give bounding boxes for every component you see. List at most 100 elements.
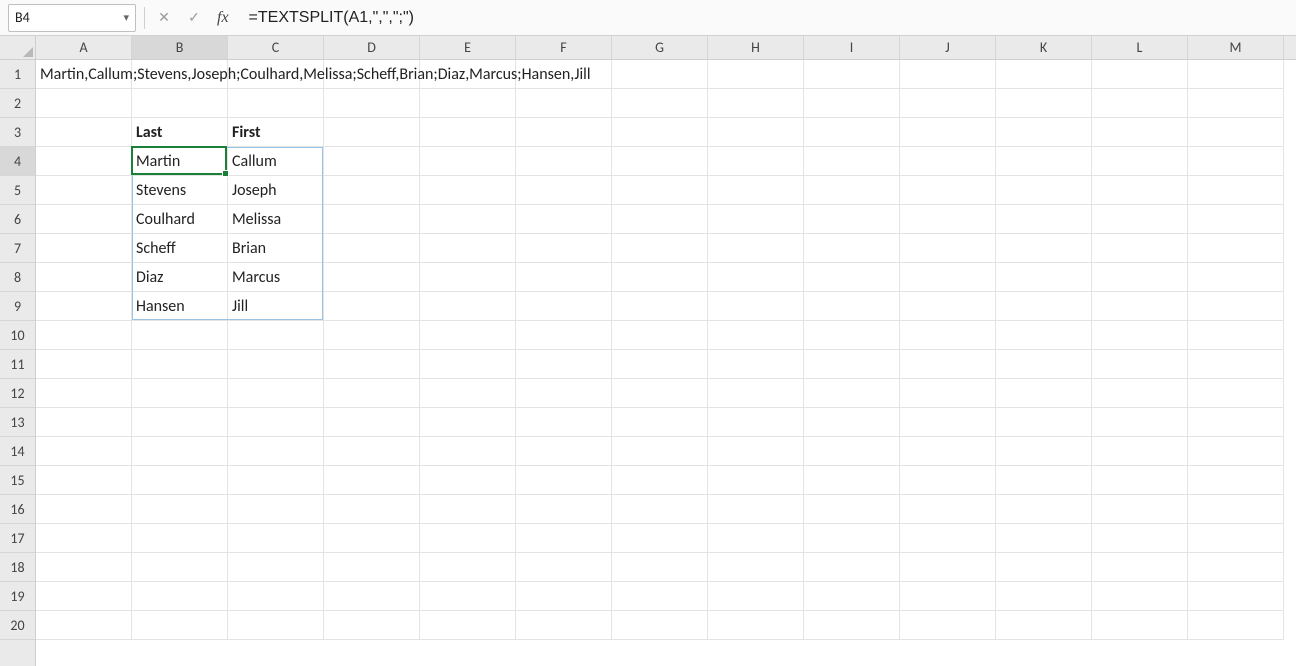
cell[interactable] bbox=[228, 611, 324, 640]
cell[interactable] bbox=[612, 60, 708, 89]
cell[interactable] bbox=[804, 263, 900, 292]
cell[interactable] bbox=[324, 379, 420, 408]
cell[interactable] bbox=[900, 263, 996, 292]
cell[interactable]: Scheff bbox=[132, 234, 228, 263]
cell[interactable] bbox=[1188, 89, 1284, 118]
cell[interactable] bbox=[132, 466, 228, 495]
cell[interactable] bbox=[516, 89, 612, 118]
cell[interactable] bbox=[1188, 292, 1284, 321]
cell[interactable] bbox=[708, 176, 804, 205]
cell[interactable] bbox=[36, 582, 132, 611]
cell[interactable] bbox=[516, 292, 612, 321]
cell[interactable] bbox=[996, 234, 1092, 263]
cell[interactable] bbox=[708, 466, 804, 495]
cell[interactable] bbox=[132, 611, 228, 640]
cell[interactable] bbox=[36, 524, 132, 553]
cell[interactable] bbox=[516, 553, 612, 582]
cell[interactable] bbox=[900, 437, 996, 466]
cell[interactable] bbox=[228, 321, 324, 350]
cell[interactable] bbox=[1092, 582, 1188, 611]
cell[interactable] bbox=[996, 147, 1092, 176]
cell[interactable] bbox=[36, 379, 132, 408]
cell[interactable] bbox=[708, 437, 804, 466]
cell[interactable] bbox=[804, 524, 900, 553]
cell[interactable] bbox=[1092, 408, 1188, 437]
column-header[interactable]: C bbox=[228, 36, 324, 59]
row-header[interactable]: 15 bbox=[0, 466, 35, 495]
cell[interactable] bbox=[996, 379, 1092, 408]
cell[interactable] bbox=[900, 379, 996, 408]
cell[interactable] bbox=[420, 553, 516, 582]
cell[interactable] bbox=[804, 350, 900, 379]
cell[interactable] bbox=[228, 524, 324, 553]
cell[interactable] bbox=[324, 292, 420, 321]
cell[interactable] bbox=[996, 495, 1092, 524]
cell[interactable] bbox=[516, 524, 612, 553]
cell[interactable] bbox=[516, 466, 612, 495]
cell[interactable] bbox=[1092, 466, 1188, 495]
cell[interactable] bbox=[708, 350, 804, 379]
cell[interactable] bbox=[1092, 147, 1188, 176]
cell[interactable] bbox=[324, 176, 420, 205]
row-header[interactable]: 1 bbox=[0, 60, 35, 89]
cell[interactable] bbox=[420, 611, 516, 640]
cell[interactable] bbox=[420, 89, 516, 118]
cell[interactable] bbox=[420, 379, 516, 408]
cell[interactable] bbox=[996, 553, 1092, 582]
column-header[interactable]: I bbox=[804, 36, 900, 59]
cell[interactable] bbox=[516, 495, 612, 524]
cell[interactable] bbox=[1092, 205, 1188, 234]
cell[interactable] bbox=[1188, 263, 1284, 292]
select-all-corner[interactable] bbox=[0, 36, 36, 60]
cell[interactable] bbox=[1092, 437, 1188, 466]
cell[interactable] bbox=[708, 60, 804, 89]
cell[interactable]: Callum bbox=[228, 147, 324, 176]
cell[interactable]: First bbox=[228, 118, 324, 147]
cell[interactable] bbox=[996, 582, 1092, 611]
cell[interactable] bbox=[996, 408, 1092, 437]
cell[interactable] bbox=[36, 553, 132, 582]
cell[interactable] bbox=[804, 292, 900, 321]
cell[interactable] bbox=[324, 495, 420, 524]
cell[interactable] bbox=[708, 118, 804, 147]
cell[interactable] bbox=[612, 147, 708, 176]
row-header[interactable]: 7 bbox=[0, 234, 35, 263]
cell[interactable] bbox=[36, 263, 132, 292]
cell[interactable] bbox=[324, 350, 420, 379]
cell[interactable] bbox=[516, 379, 612, 408]
column-header[interactable]: J bbox=[900, 36, 996, 59]
cell[interactable] bbox=[1188, 582, 1284, 611]
cell[interactable] bbox=[132, 379, 228, 408]
cell[interactable] bbox=[516, 234, 612, 263]
cell[interactable] bbox=[612, 495, 708, 524]
cell[interactable] bbox=[228, 495, 324, 524]
cell[interactable] bbox=[36, 89, 132, 118]
row-header[interactable]: 13 bbox=[0, 408, 35, 437]
cell[interactable] bbox=[612, 379, 708, 408]
cell[interactable] bbox=[132, 408, 228, 437]
cell[interactable] bbox=[1188, 495, 1284, 524]
formula-input[interactable] bbox=[241, 4, 1288, 32]
cell[interactable] bbox=[1092, 89, 1188, 118]
cell[interactable] bbox=[708, 89, 804, 118]
cell[interactable] bbox=[1092, 379, 1188, 408]
cell[interactable] bbox=[516, 321, 612, 350]
cell[interactable] bbox=[996, 611, 1092, 640]
cell[interactable] bbox=[1092, 263, 1188, 292]
cell[interactable]: Marcus bbox=[228, 263, 324, 292]
cell[interactable] bbox=[612, 118, 708, 147]
cell[interactable] bbox=[420, 205, 516, 234]
cell[interactable]: Diaz bbox=[132, 263, 228, 292]
cell[interactable] bbox=[708, 495, 804, 524]
row-header[interactable]: 16 bbox=[0, 495, 35, 524]
cell[interactable] bbox=[324, 582, 420, 611]
cell[interactable] bbox=[420, 234, 516, 263]
cell[interactable] bbox=[1092, 176, 1188, 205]
cancel-button[interactable]: ✕ bbox=[153, 6, 175, 30]
cell[interactable] bbox=[900, 234, 996, 263]
cell[interactable] bbox=[900, 147, 996, 176]
cell[interactable] bbox=[132, 321, 228, 350]
cell[interactable] bbox=[900, 495, 996, 524]
cell[interactable] bbox=[228, 89, 324, 118]
cell[interactable]: Joseph bbox=[228, 176, 324, 205]
